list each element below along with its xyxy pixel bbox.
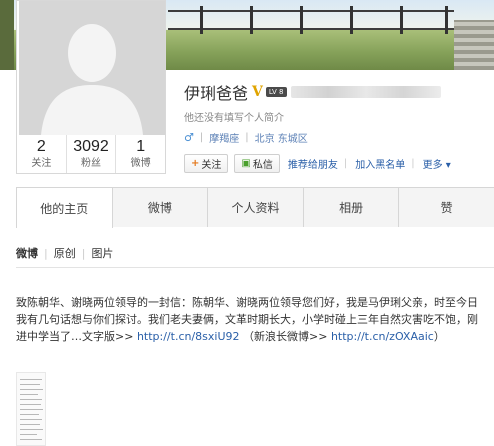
stat-weibo[interactable]: 1 微博 bbox=[116, 135, 165, 173]
post-link-long[interactable]: http://t.cn/zOXAaic bbox=[331, 330, 434, 343]
tab-home[interactable]: 他的主页 bbox=[16, 187, 113, 228]
filter-weibo[interactable]: 微博 bbox=[16, 245, 38, 261]
tab-weibo[interactable]: 微博 bbox=[111, 187, 209, 227]
tab-likes[interactable]: 赞 bbox=[398, 187, 494, 227]
thumb-line bbox=[20, 424, 40, 425]
cover-stairs bbox=[454, 20, 494, 70]
post-link-short[interactable]: http://t.cn/8sxiU92 bbox=[137, 330, 240, 343]
verified-badge-icon[interactable]: V bbox=[252, 84, 263, 100]
thumb-line bbox=[20, 419, 42, 420]
message-button[interactable]: ▣ 私信 bbox=[234, 153, 280, 173]
follow-button[interactable]: + 关注 bbox=[184, 153, 229, 173]
blacklist-link[interactable]: 加入黑名单 bbox=[355, 156, 405, 171]
blurred-text bbox=[290, 86, 441, 98]
follow-label: 关注 bbox=[201, 159, 222, 171]
male-gender-icon: ♂ bbox=[184, 131, 194, 144]
cover-fence bbox=[168, 10, 454, 30]
thumb-line bbox=[20, 399, 42, 400]
plus-icon: + bbox=[191, 157, 200, 169]
divider: | bbox=[81, 246, 86, 260]
fence-post bbox=[445, 6, 448, 34]
caret-down-icon: ▾ bbox=[445, 159, 451, 171]
thumb-line bbox=[20, 394, 38, 395]
profile-actions: + 关注 ▣ 私信 推荐给朋友 | 加入黑名单 | 更多 ▾ bbox=[184, 153, 451, 173]
weibo-post: 致陈朝华、谢晓两位领导的一封信：陈朝华、谢晓两位领导您们好，我是马伊琍父亲，时至… bbox=[16, 294, 482, 345]
avatar[interactable] bbox=[19, 1, 165, 135]
stat-label: 微博 bbox=[130, 158, 151, 169]
thumb-line bbox=[20, 379, 42, 380]
stat-value: 2 bbox=[36, 138, 46, 155]
thumb-line bbox=[20, 434, 37, 435]
thumb-line bbox=[20, 404, 41, 405]
divider: | bbox=[411, 157, 415, 169]
thumb-line bbox=[20, 439, 42, 440]
cover-bush bbox=[0, 0, 14, 70]
post-image-thumbnail[interactable] bbox=[16, 372, 46, 446]
level-badge[interactable]: LV 8 bbox=[265, 87, 287, 97]
stat-label: 关注 bbox=[31, 158, 52, 169]
message-label: 私信 bbox=[252, 159, 273, 171]
more-menu[interactable]: 更多 ▾ bbox=[423, 156, 451, 171]
message-icon: ▣ bbox=[241, 157, 251, 169]
fence-post bbox=[350, 6, 353, 34]
profile-card: 2 关注 3092 粉丝 1 微博 bbox=[16, 0, 166, 174]
default-avatar-icon bbox=[19, 1, 165, 135]
fence-post bbox=[200, 6, 203, 34]
divider: | bbox=[44, 246, 48, 260]
divider bbox=[16, 267, 494, 268]
stat-label: 粉丝 bbox=[81, 158, 101, 169]
stats-bar: 2 关注 3092 粉丝 1 微博 bbox=[17, 135, 165, 173]
feed-filter: 微博 | 原创 | 图片 bbox=[16, 245, 113, 261]
profile-name: 伊琍爸爸 bbox=[184, 84, 249, 103]
profile-bio: 他还没有填写个人简介 bbox=[184, 113, 284, 124]
post-close: ） bbox=[433, 330, 445, 343]
constellation-link[interactable]: 摩羯座 bbox=[209, 130, 239, 145]
location-link[interactable]: 北京 东城区 bbox=[255, 130, 308, 145]
fence-post bbox=[300, 6, 303, 34]
filter-images[interactable]: 图片 bbox=[91, 245, 113, 261]
stat-following[interactable]: 2 关注 bbox=[17, 135, 67, 173]
stat-value: 1 bbox=[136, 138, 146, 155]
thumb-line bbox=[20, 389, 43, 390]
profile-meta: ♂ | 摩羯座 | 北京 东城区 bbox=[184, 130, 308, 145]
stat-followers[interactable]: 3092 粉丝 bbox=[67, 135, 117, 173]
filter-original[interactable]: 原创 bbox=[54, 245, 76, 261]
thumb-line bbox=[20, 414, 39, 415]
divider: | bbox=[245, 132, 249, 143]
more-label: 更多 bbox=[422, 159, 443, 171]
post-long-label: （新浪长微博>> bbox=[243, 330, 328, 343]
thumb-line bbox=[20, 409, 43, 410]
thumb-line bbox=[20, 429, 43, 430]
recommend-link[interactable]: 推荐给朋友 bbox=[288, 156, 338, 171]
divider: | bbox=[343, 157, 348, 169]
fence-post bbox=[250, 6, 253, 34]
tab-profile-info[interactable]: 个人资料 bbox=[207, 187, 304, 227]
thumb-line bbox=[20, 384, 40, 385]
fence-post bbox=[400, 6, 403, 34]
profile-tabs: 他的主页 微博 个人资料 相册 赞 bbox=[16, 187, 494, 228]
name-row: 伊琍爸爸 V LV 8 bbox=[184, 80, 441, 104]
stat-value: 3092 bbox=[73, 138, 109, 155]
divider: | bbox=[199, 132, 204, 143]
tab-album[interactable]: 相册 bbox=[302, 187, 400, 227]
